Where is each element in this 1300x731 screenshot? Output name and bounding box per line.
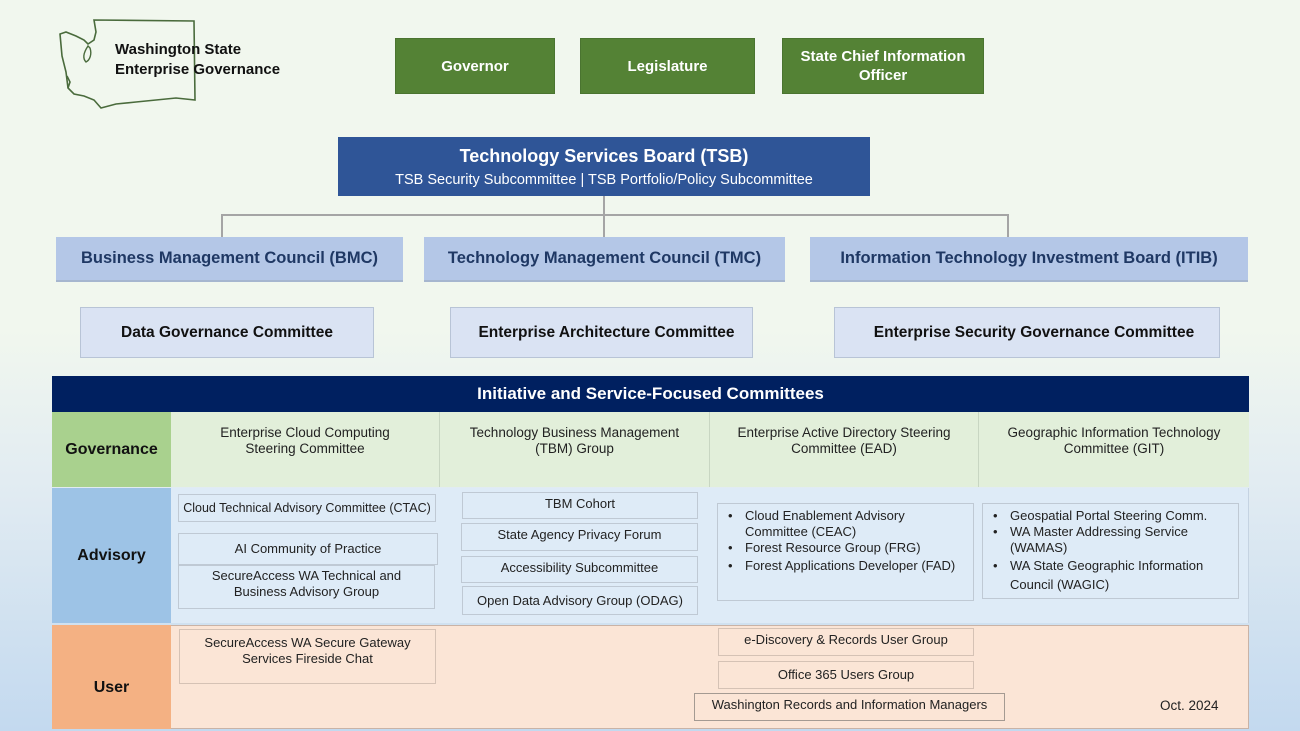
advisory-item-text: State Agency Privacy Forum [497,527,662,542]
initiatives-banner: Initiative and Service-Focused Committee… [52,376,1249,412]
advisory-item-text: Cloud Technical Advisory Committee (CTAC… [183,501,431,515]
user-item-office365: Office 365 Users Group [718,661,974,689]
governor-box: Governor [395,38,555,94]
enterprise-architecture-committee-label: Enterprise Architecture Committee [478,323,735,341]
advisory-label-text: Advisory [77,546,146,564]
governor-label: Governor [441,57,509,75]
advisory-list-item: Forest Applications Developer (FAD) [728,556,965,575]
council-itib: Information Technology Investment Board … [810,237,1248,282]
advisory-row-label: Advisory [52,488,171,623]
governance-cell-git: Geographic Information Technology Commit… [979,412,1249,487]
tsb-subcommittees: TSB Security Subcommittee | TSB Portfoli… [395,171,813,188]
governance-label-text: Governance [65,440,158,458]
council-bmc-label: Business Management Council (BMC) [80,249,379,267]
user-item-secureaccess-chat: SecureAccess WA Secure Gateway Services … [179,629,436,684]
governance-cell-text: Enterprise Active Directory Steering Com… [737,424,951,456]
tsb-box: Technology Services Board (TSB) TSB Secu… [338,137,870,196]
governance-row-label: Governance [52,412,171,487]
governance-cell-cloud: Enterprise Cloud Computing Steering Comm… [171,412,440,487]
council-tmc: Technology Management Council (TMC) [424,237,785,282]
connector-vertical-left [221,214,223,237]
enterprise-security-governance-committee: Enterprise Security Governance Committee [834,307,1220,358]
logo-title: Washington State Enterprise Governance [115,40,280,80]
advisory-list-item: WA State Geographic Information Council … [993,556,1230,594]
advisory-list-item: Cloud Enablement Advisory Committee (CEA… [728,508,965,540]
connector-horizontal [221,214,1009,216]
legislature-box: Legislature [580,38,755,94]
logo-title-line1: Washington State [115,41,242,58]
user-label-text: User [93,679,130,696]
advisory-list-item: WA Master Addressing Service (WAMAS) [993,524,1230,556]
council-itib-label: Information Technology Investment Board … [840,249,1218,267]
advisory-list-item: Geospatial Portal Steering Comm. [993,508,1230,524]
advisory-item-odag: Open Data Advisory Group (ODAG) [462,586,698,615]
enterprise-architecture-committee: Enterprise Architecture Committee [450,307,753,358]
data-governance-committee-label: Data Governance Committee [121,323,333,341]
advisory-item-text: AI Community of Practice [234,541,382,556]
advisory-item-text: Open Data Advisory Group (ODAG) [477,592,683,608]
state-cio-label: State Chief Information Officer [800,48,966,84]
advisory-item-secureaccess-group: SecureAccess WA Technical and Business A… [178,565,435,609]
governance-cell-text: Enterprise Cloud Computing Steering Comm… [220,424,390,456]
user-item-text: e-Discovery & Records User Group [744,632,948,647]
advisory-item-text: SecureAccess WA Technical and Business A… [211,568,402,599]
date-label: Oct. 2024 [1160,698,1219,713]
governance-cell-text: Geographic Information Technology Commit… [1007,424,1221,456]
user-row-label: User [52,625,171,729]
initiatives-banner-title: Initiative and Service-Focused Committee… [477,384,824,403]
advisory-item-ctac: Cloud Technical Advisory Committee (CTAC… [178,494,436,522]
enterprise-security-governance-committee-label: Enterprise Security Governance Committee [873,323,1195,341]
user-item-records-managers: Washington Records and Information Manag… [694,693,1005,721]
user-item-text: Washington Records and Information Manag… [711,697,988,712]
advisory-item-accessibility: Accessibility Subcommittee [461,556,698,583]
user-item-ediscovery: e-Discovery & Records User Group [718,628,974,656]
user-item-text: SecureAccess WA Secure Gateway Services … [204,634,411,666]
advisory-item-tbm-cohort: TBM Cohort [462,492,698,519]
advisory-item-ai-cop: AI Community of Practice [178,533,438,565]
governance-cell-ead: Enterprise Active Directory Steering Com… [710,412,979,487]
tsb-title: Technology Services Board (TSB) [459,145,749,166]
data-governance-committee: Data Governance Committee [80,307,374,358]
advisory-item-text: Accessibility Subcommittee [500,559,659,575]
governance-cell-tbm: Technology Business Management (TBM) Gro… [440,412,710,487]
advisory-list-git: Geospatial Portal Steering Comm. WA Mast… [982,503,1239,599]
council-bmc: Business Management Council (BMC) [56,237,403,282]
advisory-list-ead: Cloud Enablement Advisory Committee (CEA… [717,503,974,601]
advisory-list-item: Forest Resource Group (FRG) [728,540,965,556]
advisory-item-text: TBM Cohort [544,495,616,511]
governance-cell-text: Technology Business Management (TBM) Gro… [469,424,680,456]
state-cio-box: State Chief Information Officer [782,38,984,94]
legislature-label: Legislature [627,57,708,75]
connector-vertical-right [1007,214,1009,237]
connector-vertical-center [603,196,605,237]
council-tmc-label: Technology Management Council (TMC) [447,249,762,267]
logo-title-line2: Enterprise Governance [115,61,281,78]
advisory-item-privacy-forum: State Agency Privacy Forum [461,523,698,551]
user-item-text: Office 365 Users Group [777,667,915,682]
